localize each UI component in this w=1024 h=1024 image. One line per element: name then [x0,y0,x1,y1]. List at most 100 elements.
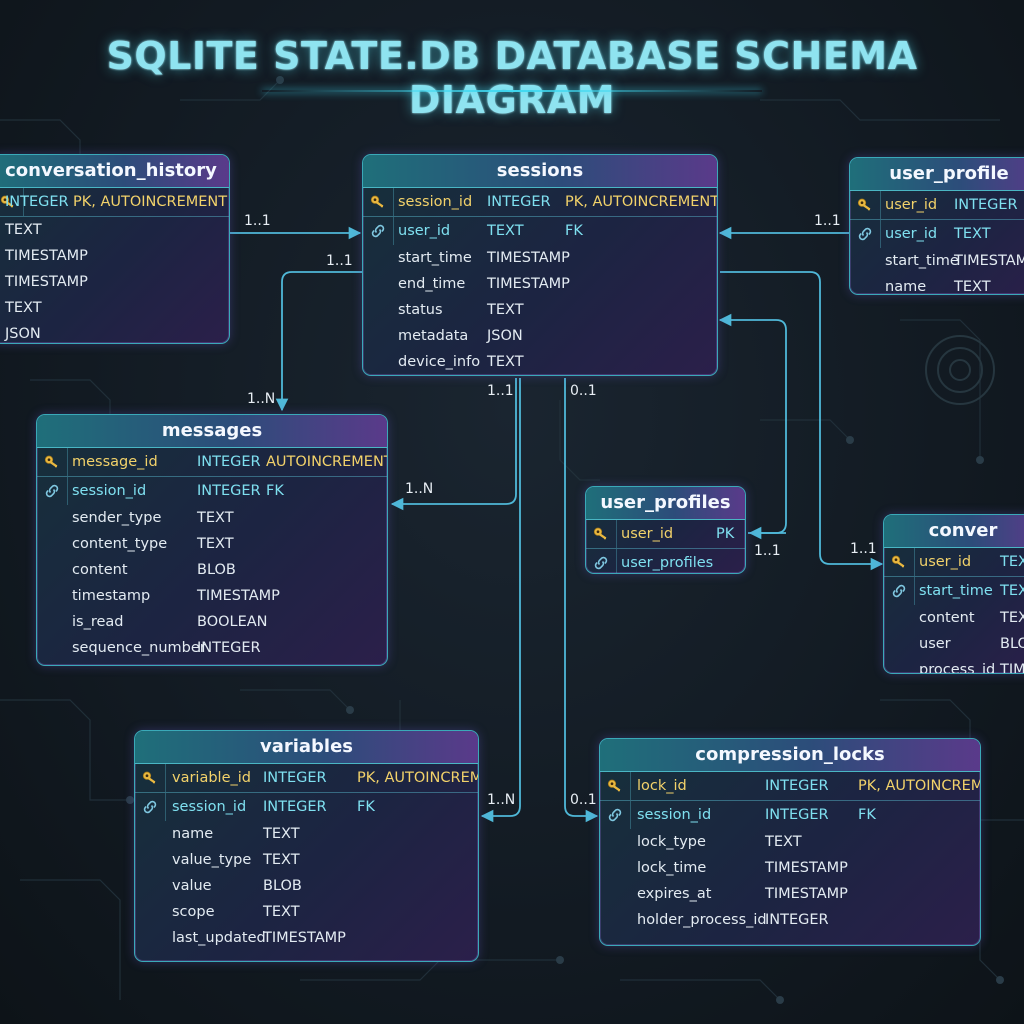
table-header: conversation_history [0,155,229,188]
field-name: sender_type [72,510,162,526]
table-header: compression_locks [600,739,980,772]
link-icon [363,217,394,245]
field-type: TEXT [197,536,234,552]
table-variables[interactable]: variables variable_id INTEGER PK, AUTOINCRE… [134,730,479,962]
field-row[interactable]: TEXT [0,295,229,321]
primary-key-row[interactable]: message_id INTEGER AUTOINCREMENT [37,448,387,477]
title-underline [262,90,762,92]
primary-key-row[interactable]: INTEGER PK, AUTOINCREMENT [0,188,229,217]
field-row[interactable]: holder_process_id INTEGER [600,907,980,933]
field-type: TEXT [5,222,42,238]
cardinality-label: 1..1 [244,213,271,229]
field-row[interactable]: end_time TIMESTAMP [363,271,717,297]
field-name: lock_id [637,778,687,794]
foreign-key-row[interactable]: user_profiles [586,549,745,573]
field-row[interactable]: TIMESTAMP [0,243,229,269]
field-type: TIMESTAMP [487,276,570,292]
primary-key-row[interactable]: variable_id INTEGER PK, AUTOINCREMENT [135,764,478,793]
field-name: lock_type [637,834,706,850]
field-constraint: PK, AUTOINCREMENT [565,194,718,210]
table-header: variables [135,731,478,764]
field-row[interactable]: lock_time TIMESTAMP [600,855,980,881]
field-name: start_time [885,253,959,269]
field-row[interactable]: content BLOB [37,557,387,583]
field-name: device_info [398,354,481,370]
field-row[interactable]: sequence_number INTEGER [37,635,387,661]
field-row[interactable]: value BLOB [135,873,478,899]
field-type: TEXT [954,226,991,242]
field-name: holder_process_id [637,912,767,928]
table-header: conver [884,515,1024,548]
field-type: INTEGER [197,454,261,470]
field-row[interactable]: metadata JSON [363,323,717,349]
field-type: TEXT [487,302,524,318]
field-row[interactable]: lock_type TEXT [600,829,980,855]
table-conversations[interactable]: converuser_idTEXstart_timeTEXcontentTEXu… [883,514,1024,674]
key-icon [586,520,617,548]
field-row[interactable]: scope TEXT [135,899,478,925]
table-user-profiles[interactable]: user_profiles user_id PK user_profiles [585,486,746,574]
cardinality-label: 1..1 [326,253,353,269]
foreign-key-row[interactable]: start_time TEX [884,577,1024,605]
field-row[interactable]: sender_type TEXT [37,505,387,531]
field-type: INTEGER [487,194,551,210]
table-compression-locks[interactable]: compression_locks lock_id INTEGER PK, AUTOI… [599,738,981,946]
field-row[interactable]: process_id TIM [884,657,1024,674]
foreign-key-row[interactable]: session_id INTEGER FK [135,793,478,821]
table-conversation-history[interactable]: conversation_history INTEGER PK, AUTOINCRE… [0,154,230,344]
table-messages[interactable]: messages message_id INTEGER AUTOINCREMENT se… [36,414,388,666]
field-row[interactable]: device_info TEXT [363,349,717,375]
link-icon [850,220,881,248]
foreign-key-row[interactable]: session_id INTEGER FK [600,801,980,829]
field-row[interactable]: eTIMESTAMP [0,269,229,295]
field-row[interactable]: status TEXT [363,297,717,323]
field-type: TEXT [954,279,991,295]
field-row[interactable]: name TEXT [135,821,478,847]
primary-key-row[interactable]: user_id TEX [884,548,1024,577]
field-row[interactable]: expires_at TIMESTAMP [600,881,980,907]
field-type: JSON [5,326,41,342]
field-row[interactable]: value_type TEXT [135,847,478,873]
field-type: INTEGER [765,778,829,794]
field-row[interactable]: last_updated TIMESTAMP [135,925,478,951]
primary-key-row[interactable]: session_id INTEGER PK, AUTOINCREMENT [363,188,717,217]
field-constraint: FK [858,807,876,823]
primary-key-row[interactable]: lock_id INTEGER PK, AUTOINCREMENT [600,772,980,801]
field-row[interactable]: user BLO [884,631,1024,657]
primary-key-row[interactable]: user_id PK [586,520,745,549]
field-type: TIM [1000,662,1024,674]
field-name: last_updated [172,930,266,946]
field-row[interactable]: is_read BOOLEAN [37,609,387,635]
foreign-key-row[interactable]: session_id INTEGER FK [37,477,387,505]
field-type: TIMESTAMP [197,588,280,604]
field-row[interactable]: start_timeTIMESTAMP [363,245,717,271]
field-row[interactable]: start_timeTIMESTAMP [850,248,1024,274]
field-name: end_time [398,276,466,292]
field-constraint: FK [266,483,284,499]
field-row[interactable]: TEXT [0,217,229,243]
table-sessions[interactable]: sessions session_id INTEGER PK, AUTOINCREME… [362,154,718,376]
field-name: user_id [621,526,674,542]
cardinality-label: 1..1 [814,213,841,229]
table-user-profile[interactable]: user_profile user_id INTEGER user_id TEXT sta… [849,157,1024,295]
link-icon [586,549,617,573]
field-name: user [919,636,951,652]
field-row[interactable]: timestamp TIMESTAMP [37,583,387,609]
field-row[interactable]: content_type TEXT [37,531,387,557]
primary-key-row[interactable]: user_id INTEGER [850,191,1024,220]
link-icon [135,793,166,821]
field-row[interactable]: JSON [0,321,229,343]
field-type: TIMESTAMP [487,250,570,266]
field-constraint: FK [565,223,583,239]
foreign-key-row[interactable]: user_id TEXT [850,220,1024,248]
field-row[interactable]: name TEXT [850,274,1024,295]
foreign-key-row[interactable]: user_id TEXT FK [363,217,717,245]
key-icon [135,764,166,792]
field-name: scope [172,904,215,920]
link-icon [884,577,915,605]
field-row[interactable]: content TEX [884,605,1024,631]
field-name: message_id [72,454,158,470]
field-type: INTEGER [197,640,261,656]
field-type: BLOB [197,562,236,578]
field-constraint: AUTOINCREMENT [266,454,388,470]
